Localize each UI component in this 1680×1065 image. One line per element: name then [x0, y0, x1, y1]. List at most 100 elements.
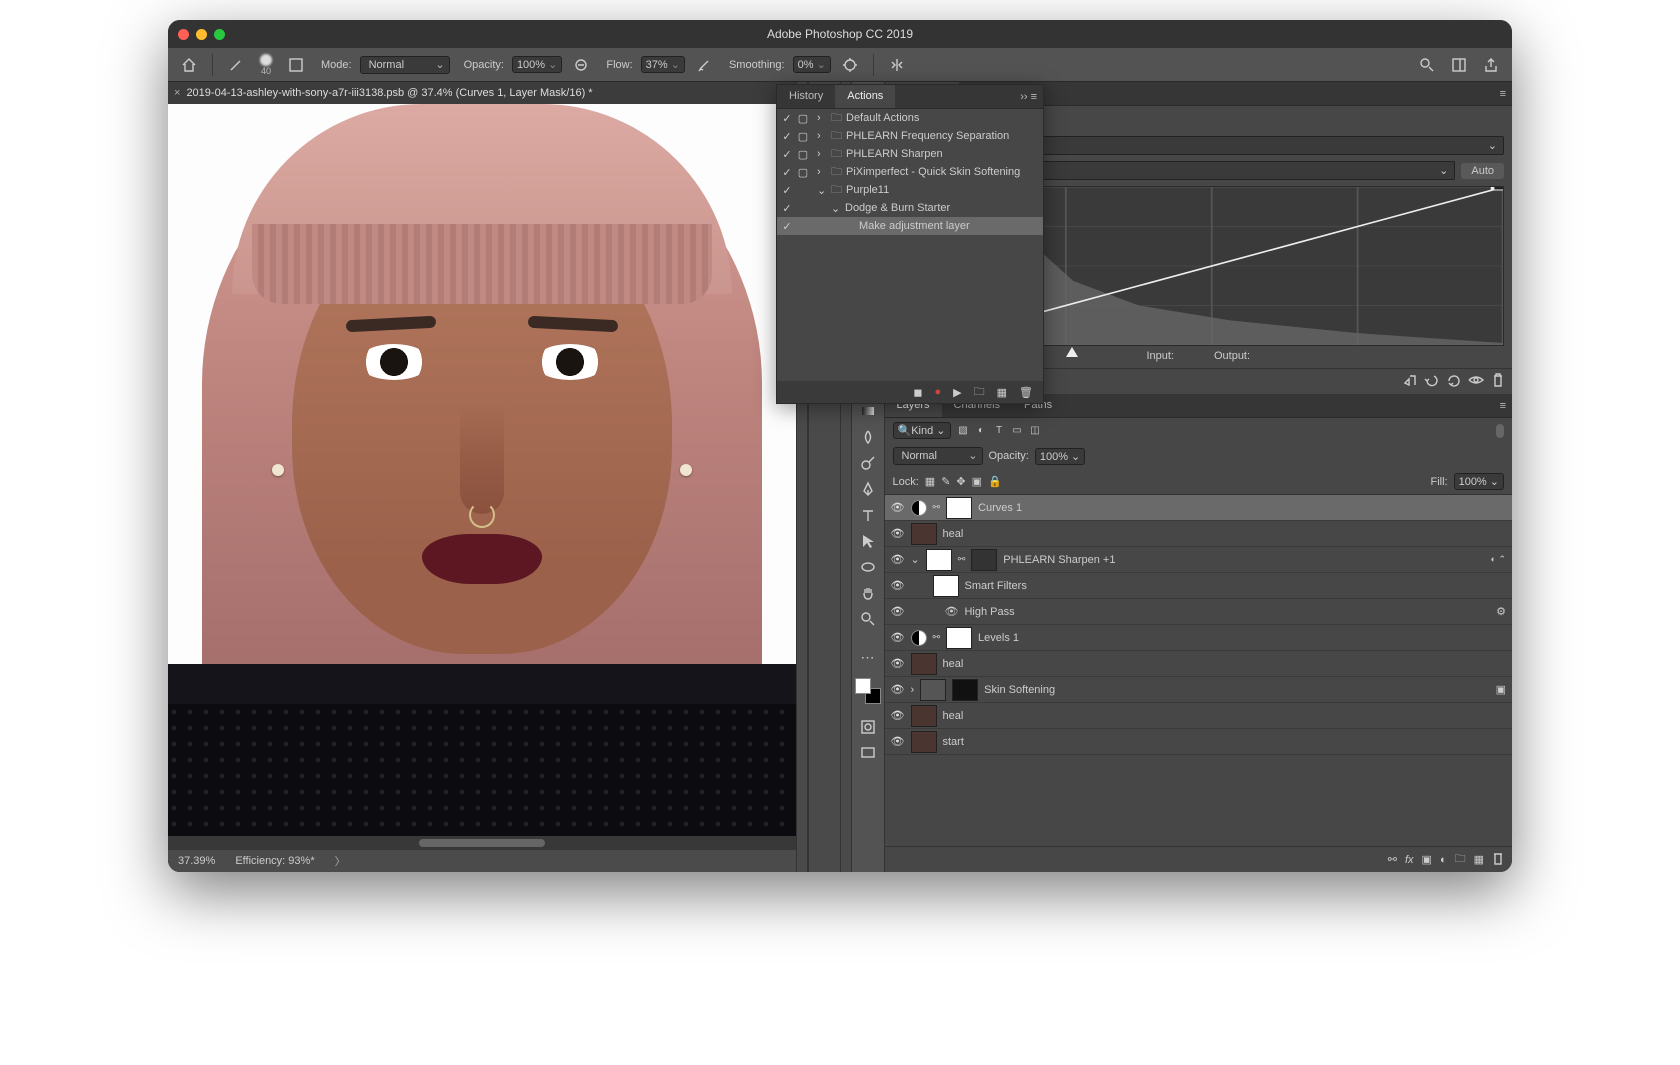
canvas-viewport[interactable] [168, 104, 796, 836]
new-action-icon[interactable]: ▦ [997, 386, 1007, 399]
add-mask-icon[interactable]: ▣ [1422, 853, 1432, 866]
auto-button[interactable]: Auto [1461, 163, 1504, 179]
action-row[interactable]: ✓▢›🗀PHLEARN Sharpen [777, 145, 1043, 163]
hand-tool-icon[interactable] [855, 582, 881, 604]
tab-actions[interactable]: Actions [835, 85, 895, 108]
action-row[interactable]: ✓▢›🗀PiXimperfect - Quick Skin Softening [777, 163, 1043, 181]
layer-name[interactable]: Curves 1 [978, 502, 1022, 514]
brush-tool-icon[interactable] [225, 54, 247, 76]
layer-thumbnail[interactable] [911, 653, 937, 675]
document-tab[interactable]: 2019-04-13-ashley-with-sony-a7r-iii3138.… [186, 87, 592, 99]
prev-state-icon[interactable] [1424, 373, 1438, 390]
visibility-icon[interactable]: 👁 [891, 579, 905, 592]
zoom-tool-icon[interactable] [855, 608, 881, 630]
ellipse-tool-icon[interactable] [855, 556, 881, 578]
disclosure-icon[interactable]: ⌄ [831, 202, 841, 215]
action-check-icon[interactable]: ✓ [781, 184, 793, 197]
record-icon[interactable]: ● [935, 386, 942, 398]
link-layers-icon[interactable]: ⚯ [1388, 853, 1397, 866]
disclosure-icon[interactable]: ⌄ [911, 553, 920, 566]
minimize-window-button[interactable] [196, 29, 207, 40]
group-thumbnail[interactable] [920, 679, 946, 701]
layer-row[interactable]: 👁👁High Pass⚙ [885, 599, 1513, 625]
symmetry-icon[interactable] [886, 54, 908, 76]
workspace-switcher-icon[interactable] [1448, 54, 1470, 76]
disclosure-icon[interactable]: › [817, 148, 827, 160]
layer-opacity-input[interactable]: 100% ⌄ [1035, 448, 1085, 465]
opacity-input[interactable]: 100% ⌄ [512, 56, 562, 73]
airbrush-icon[interactable] [693, 54, 715, 76]
status-chevron-icon[interactable]: 〉 [335, 853, 346, 869]
visibility-icon[interactable]: 👁 [891, 657, 905, 670]
dodge-tool-icon[interactable] [855, 452, 881, 474]
visibility-icon[interactable]: 👁 [891, 553, 905, 566]
panel-menu-icon[interactable]: ≡ [1500, 88, 1506, 100]
lock-transparent-icon[interactable]: ▦ [925, 475, 935, 488]
mask-thumbnail[interactable] [946, 627, 972, 649]
share-icon[interactable] [1480, 54, 1502, 76]
layer-name[interactable]: start [943, 736, 964, 748]
visibility-icon[interactable]: 👁 [891, 709, 905, 722]
layer-thumbnail[interactable] [911, 705, 937, 727]
flow-input[interactable]: 37% ⌄ [641, 56, 685, 73]
trash-icon[interactable] [1492, 373, 1504, 390]
layer-row[interactable]: 👁⌄⚯PHLEARN Sharpen +1◐ ⌃ [885, 547, 1513, 573]
action-dialog-icon[interactable]: ▢ [797, 166, 809, 179]
action-check-icon[interactable]: ✓ [781, 112, 793, 125]
path-selection-tool-icon[interactable] [855, 530, 881, 552]
layer-row[interactable]: 👁 start [885, 729, 1513, 755]
filter-toggle[interactable] [1496, 424, 1504, 438]
mask-thumbnail[interactable] [946, 497, 972, 519]
layer-row[interactable]: 👁›Skin Softening▣ [885, 677, 1513, 703]
lock-artboard-icon[interactable]: ▣ [972, 475, 982, 488]
action-row[interactable]: ✓⌄🗀Purple11 [777, 181, 1043, 199]
visibility-icon[interactable]: 👁 [891, 527, 905, 540]
disclosure-icon[interactable]: › [817, 112, 827, 124]
action-row[interactable]: ✓▢›🗀PHLEARN Frequency Separation [777, 127, 1043, 145]
smoothing-options-icon[interactable] [839, 54, 861, 76]
stop-icon[interactable]: ◼ [913, 386, 922, 399]
delete-action-icon[interactable]: 🗑 [1019, 386, 1033, 399]
layer-fill-input[interactable]: 100% ⌄ [1454, 473, 1504, 490]
new-set-icon[interactable]: 🗀 [974, 383, 985, 402]
filter-adj-icon[interactable]: ◐ [975, 424, 988, 437]
home-icon[interactable] [178, 54, 200, 76]
zoom-level[interactable]: 37.39% [178, 855, 215, 867]
layer-row[interactable]: 👁⚯Levels 1 [885, 625, 1513, 651]
lock-pixels-icon[interactable]: ✎ [941, 475, 950, 488]
disclosure-icon[interactable]: › [817, 130, 827, 142]
visibility-icon[interactable]: 👁 [891, 683, 905, 696]
pen-tool-icon[interactable] [855, 478, 881, 500]
screen-mode-icon[interactable] [855, 742, 881, 764]
layer-thumbnail[interactable] [911, 731, 937, 753]
layer-row[interactable]: 👁 Smart Filters [885, 573, 1513, 599]
layer-name[interactable]: Skin Softening [984, 684, 1055, 696]
lock-all-icon[interactable]: 🔒 [988, 475, 1002, 488]
opacity-pressure-icon[interactable] [570, 54, 592, 76]
play-icon[interactable]: ▶ [953, 386, 961, 399]
layer-blend-select[interactable]: Normal [893, 447, 983, 465]
disclosure-icon[interactable]: ⌄ [817, 184, 827, 197]
layer-name[interactable]: heal [943, 658, 964, 670]
close-window-button[interactable] [178, 29, 189, 40]
efficiency[interactable]: Efficiency: 93%* [235, 855, 314, 867]
new-layer-icon[interactable]: ▦ [1474, 853, 1484, 866]
action-check-icon[interactable]: ✓ [781, 148, 793, 161]
layer-row[interactable]: 👁heal [885, 521, 1513, 547]
lock-position-icon[interactable]: ✥ [956, 475, 965, 488]
panel-menu-icon[interactable]: ≡ [1500, 400, 1506, 412]
visibility-icon[interactable]: 👁 [891, 735, 905, 748]
layer-name[interactable]: High Pass [964, 606, 1014, 618]
layer-name[interactable]: Smart Filters [965, 580, 1027, 592]
brush-panel-toggle-icon[interactable] [285, 54, 307, 76]
horizontal-scrollbar[interactable] [168, 836, 796, 850]
new-adj-icon[interactable]: ◐ [1440, 854, 1447, 866]
action-check-icon[interactable]: ✓ [781, 220, 793, 233]
blend-mode-select[interactable]: Normal [360, 56, 450, 74]
tab-history[interactable]: History [777, 85, 835, 108]
new-group-icon[interactable]: 🗀 [1455, 850, 1466, 869]
disclosure-icon[interactable]: › [911, 684, 915, 696]
mask-thumbnail[interactable] [926, 549, 952, 571]
action-check-icon[interactable]: ✓ [781, 166, 793, 179]
delete-layer-icon[interactable] [1492, 851, 1504, 868]
